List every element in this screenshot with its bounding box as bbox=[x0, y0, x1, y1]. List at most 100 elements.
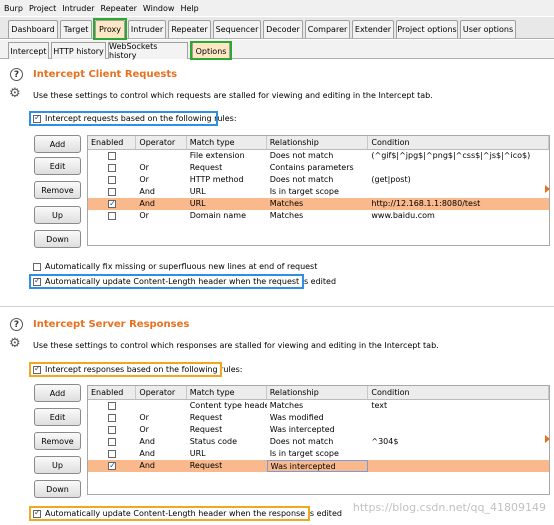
watermark-text: https://blog.csdn.net/qq_41809149 bbox=[352, 501, 546, 514]
row-relationship: Does not match bbox=[269, 175, 334, 184]
menu-project[interactable]: Project bbox=[29, 4, 56, 13]
menu-repeater[interactable]: Repeater bbox=[101, 4, 137, 13]
col-enabled[interactable]: Enabled bbox=[88, 136, 137, 149]
server-down-button[interactable]: Down bbox=[34, 480, 81, 498]
checkbox-unchecked-icon bbox=[33, 262, 41, 271]
tab-project-options[interactable]: Project options bbox=[396, 20, 458, 38]
server-edit-button[interactable]: Edit bbox=[34, 408, 81, 426]
subtab-websockets-history[interactable]: WebSockets history bbox=[108, 42, 188, 60]
table-row[interactable]: Or Request Was modified bbox=[88, 412, 549, 424]
help-icon[interactable]: ? bbox=[10, 318, 23, 331]
row-operator: And bbox=[139, 437, 155, 446]
table-header: Enabled Operator Match type Relationship… bbox=[88, 386, 549, 400]
gear-icon[interactable]: ⚙ bbox=[9, 87, 21, 100]
enabled-checkbox[interactable] bbox=[108, 438, 117, 446]
table-row[interactable]: And URL Is in target scope bbox=[88, 448, 549, 460]
table-row[interactable]: Or Request Was intercepted bbox=[88, 424, 549, 436]
col-condition[interactable]: Condition bbox=[368, 386, 549, 399]
checkbox-checked-icon bbox=[33, 508, 41, 518]
client-description: Use these settings to control which requ… bbox=[33, 91, 433, 100]
tab-intruder[interactable]: Intruder bbox=[128, 20, 166, 38]
tab-target[interactable]: Target bbox=[60, 20, 92, 38]
col-operator[interactable]: Operator bbox=[136, 136, 187, 149]
expand-arrow-icon[interactable] bbox=[545, 435, 550, 443]
menu-help[interactable]: Help bbox=[180, 4, 198, 13]
client-add-button[interactable]: Add bbox=[34, 135, 81, 153]
server-up-button[interactable]: Up bbox=[34, 456, 81, 474]
subtab-options[interactable]: Options bbox=[192, 42, 230, 59]
server-rules-table: Enabled Operator Match type Relationship… bbox=[87, 385, 550, 495]
tab-decoder[interactable]: Decoder bbox=[263, 20, 303, 38]
enabled-checkbox[interactable] bbox=[108, 188, 117, 196]
subtab-http-history[interactable]: HTTP history bbox=[51, 42, 106, 59]
row-condition bbox=[368, 412, 549, 424]
enabled-checkbox[interactable] bbox=[108, 198, 117, 210]
server-add-button[interactable]: Add bbox=[34, 384, 81, 402]
col-relationship[interactable]: Relationship bbox=[267, 136, 369, 149]
table-row[interactable]: And Status code Does not match ^304$ bbox=[88, 436, 549, 448]
client-edit-button[interactable]: Edit bbox=[34, 157, 81, 175]
tab-repeater[interactable]: Repeater bbox=[168, 20, 211, 38]
row-condition: (^gif$|^jpg$|^png$|^css$|^js$|^ico$) bbox=[371, 151, 531, 160]
col-condition[interactable]: Condition bbox=[368, 136, 549, 149]
row-condition bbox=[368, 424, 549, 436]
enabled-checkbox[interactable] bbox=[108, 164, 117, 172]
fix-newlines-checkbox[interactable]: Automatically fix missing or superfluous… bbox=[33, 262, 317, 271]
enabled-checkbox[interactable] bbox=[108, 414, 117, 422]
subtab-intercept[interactable]: Intercept bbox=[8, 42, 49, 59]
server-section-title: Intercept Server Responses bbox=[33, 319, 190, 330]
row-condition: ^304$ bbox=[371, 437, 399, 446]
menu-burp[interactable]: Burp bbox=[4, 4, 23, 13]
enabled-checkbox[interactable] bbox=[108, 460, 117, 472]
table-row[interactable]: File extension Does not match (^gif$|^jp… bbox=[88, 150, 549, 162]
table-row[interactable]: Or HTTP method Does not match (get|post) bbox=[88, 174, 549, 186]
intercept-requests-checkbox[interactable]: Intercept requests based on the followin… bbox=[33, 113, 237, 123]
expand-arrow-icon[interactable] bbox=[545, 185, 550, 193]
col-match-type[interactable]: Match type bbox=[187, 136, 267, 149]
row-relationship[interactable]: Was intercepted bbox=[266, 460, 369, 472]
col-match-type[interactable]: Match type bbox=[187, 386, 267, 399]
row-relationship: Is in target scope bbox=[269, 449, 339, 458]
menu-window[interactable]: Window bbox=[143, 4, 175, 13]
table-row[interactable]: Or Domain name Matches www.baidu.com bbox=[88, 210, 549, 222]
gear-icon[interactable]: ⚙ bbox=[9, 337, 21, 350]
tab-comparer[interactable]: Comparer bbox=[305, 20, 350, 38]
menu-intruder[interactable]: Intruder bbox=[62, 4, 94, 13]
enabled-checkbox[interactable] bbox=[108, 402, 117, 410]
tab-dashboard[interactable]: Dashboard bbox=[8, 20, 58, 38]
client-up-button[interactable]: Up bbox=[34, 206, 81, 224]
col-enabled[interactable]: Enabled bbox=[88, 386, 137, 399]
row-condition bbox=[368, 448, 549, 460]
row-condition bbox=[368, 162, 549, 174]
intercept-requests-label: Intercept requests based on the followin… bbox=[45, 114, 237, 123]
row-match-type: Content type header bbox=[189, 401, 267, 410]
tab-proxy[interactable]: Proxy bbox=[95, 20, 125, 38]
update-length-request-checkbox[interactable]: Automatically update Content-Length head… bbox=[33, 276, 336, 286]
row-operator bbox=[136, 150, 186, 162]
col-relationship[interactable]: Relationship bbox=[267, 386, 369, 399]
enabled-checkbox[interactable] bbox=[108, 426, 117, 434]
enabled-checkbox[interactable] bbox=[108, 212, 117, 220]
client-down-button[interactable]: Down bbox=[34, 230, 81, 248]
row-operator: And bbox=[139, 449, 155, 458]
client-remove-button[interactable]: Remove bbox=[34, 181, 81, 199]
server-remove-button[interactable]: Remove bbox=[34, 432, 81, 450]
enabled-checkbox[interactable] bbox=[108, 152, 117, 160]
row-match-type: Request bbox=[189, 425, 223, 434]
tab-user-options[interactable]: User options bbox=[460, 20, 516, 38]
table-row[interactable]: Or Request Contains parameters bbox=[88, 162, 549, 174]
update-length-response-checkbox[interactable]: Automatically update Content-Length head… bbox=[33, 508, 342, 518]
tab-sequencer[interactable]: Sequencer bbox=[213, 20, 261, 38]
table-row-selected[interactable]: And URL Matches http://12.168.1.1:8080/t… bbox=[88, 198, 549, 210]
help-icon[interactable]: ? bbox=[10, 68, 23, 81]
enabled-checkbox[interactable] bbox=[108, 176, 117, 184]
tab-extender[interactable]: Extender bbox=[352, 20, 394, 38]
row-match-type: Request bbox=[189, 413, 223, 422]
checkbox-checked-icon bbox=[33, 276, 41, 286]
table-row[interactable]: And URL Is in target scope bbox=[88, 186, 549, 198]
intercept-responses-checkbox[interactable]: Intercept responses based on the followi… bbox=[33, 364, 242, 374]
table-row-selected[interactable]: And Request Was intercepted bbox=[88, 460, 549, 472]
table-row[interactable]: Content type header Matches text bbox=[88, 400, 549, 412]
enabled-checkbox[interactable] bbox=[108, 450, 117, 458]
col-operator[interactable]: Operator bbox=[136, 386, 187, 399]
